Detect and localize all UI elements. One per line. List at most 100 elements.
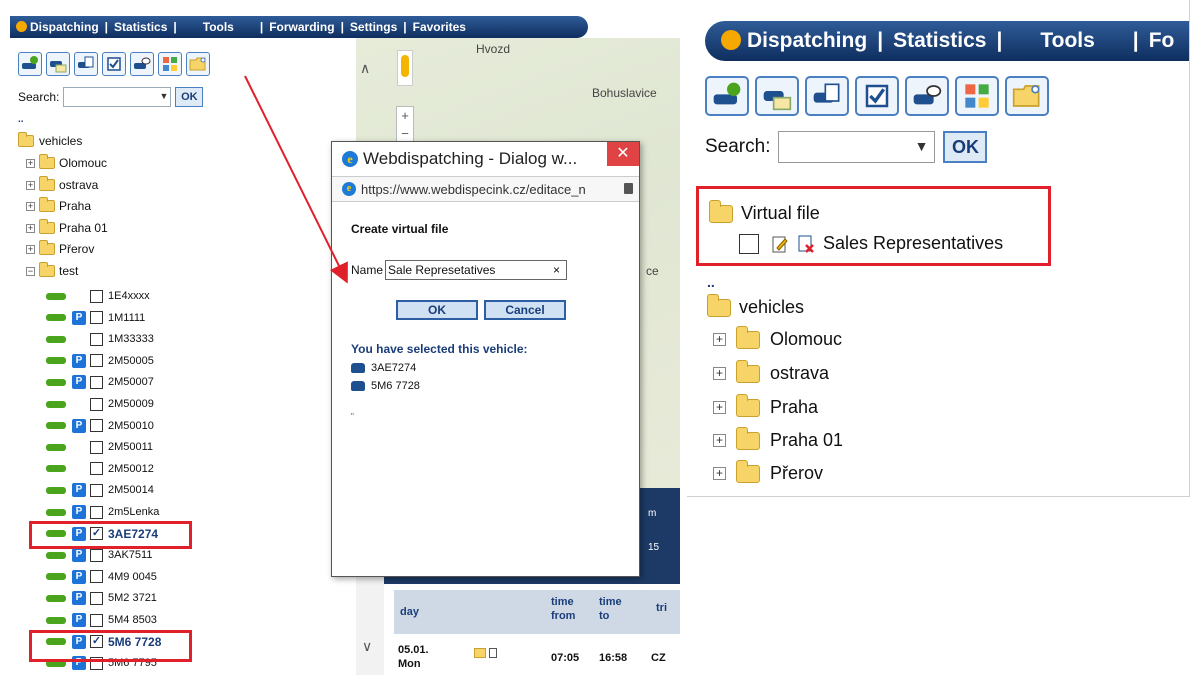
tree-root-vehicles[interactable]: vehicles (18, 132, 82, 148)
chevron-down-icon[interactable]: ∨ (362, 638, 372, 655)
new-virtual-folder-button[interactable] (186, 52, 210, 76)
vehicle-checkbox[interactable] (90, 570, 103, 584)
vehicle-checkbox[interactable] (90, 483, 103, 497)
vehicle-row[interactable]: P 1M1111 (46, 308, 145, 328)
ok-button[interactable]: OK (396, 300, 478, 320)
vehicle-mail-button[interactable] (755, 76, 799, 116)
cancel-button[interactable]: Cancel (484, 300, 566, 320)
search-select[interactable]: ▼ (778, 131, 936, 163)
vehicle-row[interactable]: P 5M2 3721 (46, 588, 157, 608)
zoom-control[interactable]: + − (396, 106, 414, 146)
row-icons[interactable] (474, 648, 514, 660)
expand-icon[interactable]: + (26, 158, 35, 168)
name-input[interactable]: Sale Represetatives × (385, 260, 568, 280)
groups-button[interactable] (955, 76, 999, 116)
expand-icon[interactable]: + (713, 367, 726, 380)
close-icon[interactable]: ✕ (607, 142, 639, 166)
vehicle-checkbox[interactable] (90, 548, 103, 562)
nav-dispatching[interactable]: Dispatching (747, 29, 867, 52)
vehicle-checkbox[interactable] (90, 354, 103, 368)
collapse-icon[interactable]: − (26, 266, 35, 276)
checkbox-button[interactable] (855, 76, 899, 116)
checkbox-button[interactable] (102, 52, 126, 76)
tree-group[interactable]: + Praha (26, 197, 91, 213)
vehicle-row[interactable]: 2M50009 (46, 394, 154, 414)
vehicle-query-button[interactable] (18, 52, 42, 76)
vehicle-row[interactable]: 2M50012 (46, 459, 154, 479)
tree-group[interactable]: + Praha (713, 393, 818, 418)
vehicle-row[interactable]: P 2M50007 (46, 372, 154, 392)
tree-group[interactable]: + Olomouc (713, 325, 843, 350)
vehicle-checkbox[interactable] (90, 419, 103, 433)
tree-group[interactable]: + ostrava (26, 176, 98, 192)
new-virtual-folder-button[interactable] (1005, 76, 1049, 116)
expand-icon[interactable]: + (713, 434, 726, 447)
vehicle-checkbox[interactable] (90, 505, 103, 519)
tree-root-vehicles[interactable]: vehicles (707, 293, 804, 318)
vehicle-checkbox[interactable] (90, 591, 103, 605)
tree-group[interactable]: + Přerov (26, 240, 94, 256)
nav-favorites[interactable]: Favorites (413, 20, 466, 34)
search-select[interactable]: ▼ (63, 87, 172, 107)
vehicle-row[interactable]: 1M33333 (46, 329, 154, 349)
expand-icon[interactable]: + (26, 223, 35, 233)
vehicle-checkbox[interactable] (90, 397, 103, 411)
street-view-pegman-icon[interactable] (397, 50, 413, 86)
selected-vehicle-plate: 3AE7274 (371, 362, 417, 374)
groups-button[interactable] (158, 52, 182, 76)
vehicle-row[interactable]: P 2M50010 (46, 416, 154, 436)
vehicle-row[interactable]: 1E4xxxx (46, 286, 150, 306)
nav-dispatching[interactable]: Dispatching (30, 20, 99, 34)
vehicle-query-button[interactable] (705, 76, 749, 116)
tree-group[interactable]: + Olomouc (26, 154, 107, 170)
vehicle-row[interactable]: P 2M50005 (46, 351, 154, 371)
tree-group[interactable]: + Praha 01 (713, 426, 843, 451)
nav-statistics[interactable]: Statistics (893, 29, 986, 52)
tree-up[interactable]: .. (18, 114, 24, 125)
chevron-up-icon[interactable]: ∧ (360, 60, 370, 77)
vehicle-row[interactable]: P 2M50014 (46, 480, 154, 500)
vehicle-checkbox[interactable] (90, 375, 103, 389)
checkbox[interactable] (739, 233, 759, 254)
expand-icon[interactable]: + (713, 333, 726, 346)
nav-statistics[interactable]: Statistics (114, 20, 167, 34)
nav-settings[interactable]: Settings (350, 20, 397, 34)
expand-icon[interactable]: + (26, 201, 35, 211)
expand-icon[interactable]: + (713, 401, 726, 414)
virtual-file-node[interactable]: Virtual file (709, 199, 820, 224)
group-label: Olomouc (770, 329, 843, 349)
vehicle-copy-button[interactable] (74, 52, 98, 76)
search-ok-button[interactable]: OK (175, 87, 204, 107)
expand-icon[interactable]: + (26, 244, 35, 254)
tree-group[interactable]: − test (26, 262, 78, 278)
virtual-file-child[interactable]: Sales Representatives (739, 233, 1003, 254)
search-ok-button[interactable]: OK (943, 131, 988, 163)
delete-icon[interactable] (797, 234, 815, 254)
vehicle-copy-button[interactable] (805, 76, 849, 116)
vehicle-row[interactable]: P 4M9 0045 (46, 567, 157, 587)
tree-group[interactable]: + Přerov (713, 459, 823, 484)
vehicle-row[interactable]: P 5M4 8503 (46, 610, 157, 630)
vehicle-checkbox[interactable] (90, 332, 103, 346)
tree-up[interactable]: .. (707, 274, 715, 290)
clear-icon[interactable]: × (553, 261, 560, 279)
tree-group[interactable]: + ostrava (713, 359, 829, 384)
vehicle-mail-button[interactable] (46, 52, 70, 76)
nav-forwarding-truncated[interactable]: Fo (1149, 29, 1175, 52)
nav-tools[interactable]: Tools (1040, 29, 1094, 52)
vehicle-checkbox[interactable] (90, 613, 103, 627)
tree-group[interactable]: + Praha 01 (26, 219, 108, 235)
vehicle-view-button[interactable] (905, 76, 949, 116)
vehicle-row[interactable]: 2M50011 (46, 437, 153, 457)
expand-icon[interactable]: + (26, 180, 35, 190)
vehicle-view-button[interactable] (130, 52, 154, 76)
nav-tools[interactable]: Tools (203, 20, 234, 34)
expand-icon[interactable]: + (713, 467, 726, 480)
vehicle-checkbox[interactable] (90, 289, 103, 303)
vehicle-checkbox[interactable] (90, 462, 103, 476)
edit-icon[interactable] (771, 234, 789, 254)
nav-forwarding[interactable]: Forwarding (269, 20, 334, 34)
vehicle-checkbox[interactable] (90, 440, 103, 454)
vehicle-checkbox[interactable] (90, 311, 103, 325)
vehicle-row[interactable]: P 2m5Lenka (46, 502, 159, 522)
